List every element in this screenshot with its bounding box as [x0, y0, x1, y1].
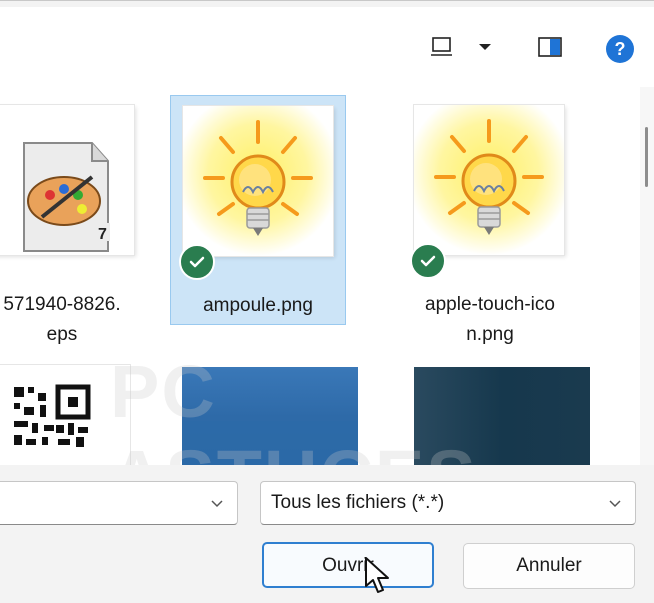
filename-combobox[interactable]: [0, 481, 238, 525]
help-button[interactable]: ?: [604, 33, 636, 65]
mouse-cursor-icon: [365, 557, 389, 593]
sync-status-icon: [179, 244, 215, 280]
file-thumbnail: [183, 106, 333, 256]
file-name: apple-touch-ico n.png: [402, 290, 578, 350]
vertical-scrollbar[interactable]: [640, 87, 654, 465]
dialog-toolbar: ?: [0, 7, 654, 87]
filetype-select[interactable]: Tous les fichiers (*.*): [260, 481, 636, 525]
dialog-footer: Tous les fichiers (*.*) Ouvrir Annuler: [0, 465, 654, 603]
file-item-eps[interactable]: 7 571940-8826. eps: [0, 95, 138, 345]
eps-file-icon: 7: [23, 142, 110, 252]
file-name-line2: n.png: [466, 324, 514, 345]
file-item-ampoule[interactable]: ampoule.png: [170, 95, 346, 325]
preview-pane-icon: [538, 37, 562, 57]
change-view-button[interactable]: [424, 29, 460, 65]
file-item-dark[interactable]: [414, 367, 590, 465]
light-bulb-thumbnail: [183, 106, 333, 256]
light-bulb-thumbnail: [414, 105, 564, 255]
file-item-qr[interactable]: [0, 365, 160, 465]
chevron-down-icon[interactable]: [207, 493, 227, 513]
file-thumbnail: [414, 105, 564, 255]
file-item-apple-touch-icon[interactable]: apple-touch-ico n.png: [402, 95, 578, 345]
sync-status-icon: [410, 243, 446, 279]
dropdown-arrow-icon: [479, 44, 491, 50]
file-name-line1: ampoule.png: [203, 295, 313, 316]
dark-gradient-thumbnail: [414, 367, 590, 465]
file-item-blue[interactable]: [182, 367, 358, 465]
cancel-button[interactable]: Annuler: [463, 543, 635, 589]
file-thumbnail: 7: [0, 105, 134, 255]
scrollbar-thumb[interactable]: [645, 127, 648, 187]
chevron-down-icon[interactable]: [605, 493, 625, 513]
preview-pane-button[interactable]: [530, 29, 570, 65]
checkmark-icon: [189, 256, 205, 268]
file-name-line1: apple-touch-ico: [425, 294, 555, 315]
view-options-dropdown[interactable]: [470, 29, 500, 65]
file-name-line2: eps: [46, 324, 78, 345]
checkmark-icon: [420, 255, 436, 267]
help-icon: ?: [606, 35, 634, 63]
open-button[interactable]: Ouvrir: [262, 542, 434, 588]
view-mode-icon: [431, 37, 452, 56]
qr-code-thumbnail: [0, 365, 130, 465]
badge-number: 7: [98, 226, 107, 243]
filetype-value: Tous les fichiers (*.*): [271, 492, 445, 513]
file-name: ampoule.png: [171, 291, 345, 321]
thumbnail-band: [182, 421, 358, 465]
file-open-dialog: ? 7 571940-8826. eps ampoule.png apple-t…: [0, 0, 654, 603]
file-name-line1: 571940-8826.: [3, 294, 121, 315]
file-name: 571940-8826. eps: [0, 290, 150, 350]
file-list[interactable]: 7 571940-8826. eps ampoule.png apple-tou…: [0, 87, 640, 465]
